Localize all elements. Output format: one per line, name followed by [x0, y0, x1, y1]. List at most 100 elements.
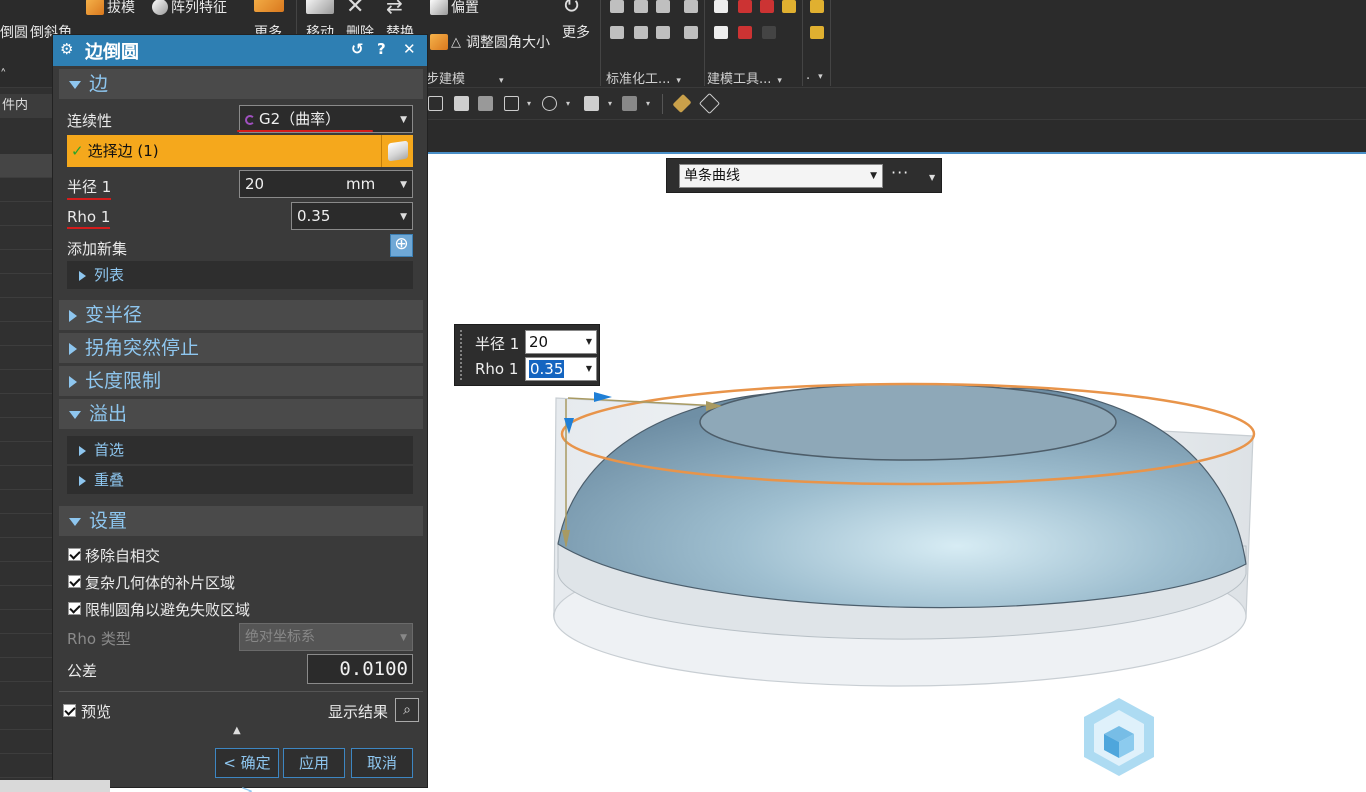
tree-row[interactable] — [0, 682, 54, 706]
tree-row[interactable] — [0, 346, 54, 370]
remove-self-intersect-checkbox[interactable] — [68, 548, 81, 561]
yellow-tool-icon[interactable] — [782, 0, 796, 13]
pattern-feature-button[interactable]: 阵列特征 — [152, 0, 227, 17]
view-cube[interactable] — [1082, 696, 1156, 778]
shaded-icon[interactable] — [454, 96, 469, 111]
fit-caret[interactable]: ▾ — [527, 99, 531, 108]
tolerance-input[interactable]: 0.0100 — [307, 654, 413, 684]
brush-tool-icon[interactable] — [738, 26, 752, 39]
tree-row[interactable] — [0, 250, 54, 274]
drag-grip-icon[interactable] — [459, 329, 463, 381]
preferred-subsection[interactable]: 首选 — [67, 436, 413, 464]
radius-input[interactable]: 20 mm ▼ — [239, 170, 413, 198]
apply-button[interactable]: 应用 — [283, 748, 345, 778]
group-label-standard[interactable]: 标准化工... ▾ — [606, 68, 681, 87]
tree-row[interactable] — [0, 754, 54, 778]
tree-row[interactable] — [0, 514, 54, 538]
chevron-down-icon[interactable]: ▼ — [586, 358, 592, 380]
fillet-ribbon-button[interactable]: 倒圆 — [0, 22, 28, 42]
orient-icon[interactable] — [542, 96, 557, 111]
orient-caret[interactable]: ▾ — [566, 99, 570, 108]
gold-tool-icon[interactable] — [810, 0, 824, 13]
view-icon-1[interactable] — [428, 96, 443, 111]
rho-input[interactable]: 0.35 ▼ — [291, 202, 413, 230]
measure-icon[interactable] — [698, 92, 721, 115]
tree-row[interactable] — [0, 154, 54, 178]
tree-row[interactable] — [0, 202, 54, 226]
tool-icon-3[interactable] — [656, 0, 670, 13]
dialog-title-bar[interactable]: ⚙ 边倒圆 ↺ ? ✕ — [53, 35, 427, 66]
red-tool-icon[interactable] — [738, 0, 752, 13]
more-button-2[interactable]: 更多 — [562, 22, 590, 42]
tool-icon-4[interactable] — [684, 0, 698, 13]
section-icon[interactable] — [622, 96, 637, 111]
tree-row[interactable] — [0, 730, 54, 754]
tree-row[interactable] — [0, 634, 54, 658]
tree-row[interactable] — [0, 706, 54, 730]
tree-row[interactable] — [0, 226, 54, 250]
tool-icon-2[interactable] — [634, 0, 648, 13]
group-label-extra[interactable]: . ▾ — [806, 68, 823, 83]
ok-button[interactable]: < 确定 > — [215, 748, 279, 792]
tree-row[interactable] — [0, 562, 54, 586]
tool-icon-6[interactable] — [634, 26, 648, 39]
tool-icon-8[interactable] — [684, 26, 698, 39]
show-result-button[interactable]: ⌕ — [395, 698, 419, 722]
graphics-viewport[interactable] — [428, 156, 1366, 792]
offset-button[interactable]: 偏置 — [430, 0, 479, 17]
section-caret[interactable]: ▾ — [646, 99, 650, 108]
section-edge[interactable]: 边 — [59, 69, 423, 99]
float-radius-input[interactable]: 20 ▼ — [525, 330, 597, 354]
tool-icon-7[interactable] — [656, 26, 670, 39]
curve-rule-select[interactable]: 单条曲线 ▼ — [679, 164, 883, 188]
tree-row[interactable] — [0, 538, 54, 562]
tree-row[interactable] — [0, 178, 54, 202]
section-length-limit[interactable]: 长度限制 — [59, 366, 423, 396]
tool-icon-5[interactable] — [610, 26, 624, 39]
tree-row[interactable] — [0, 370, 54, 394]
tree-row[interactable] — [0, 322, 54, 346]
limit-fillet-checkbox[interactable] — [68, 602, 81, 615]
complex-patch-checkbox[interactable] — [68, 575, 81, 588]
dark-tool-icon[interactable] — [762, 26, 776, 39]
list-subsection[interactable]: 列表 — [67, 261, 413, 289]
more-options-button[interactable]: ··· — [891, 163, 909, 182]
tree-row[interactable] — [0, 466, 54, 490]
chevron-down-icon[interactable]: ▼ — [586, 331, 592, 353]
tree-row[interactable] — [0, 610, 54, 634]
resize-fillet-button[interactable]: △ 调整圆角大小 — [430, 32, 550, 52]
section-overflow[interactable]: 溢出 — [59, 399, 423, 429]
tree-row[interactable] — [0, 394, 54, 418]
tree-row[interactable] — [0, 298, 54, 322]
add-set-button[interactable]: ⊕ — [390, 234, 413, 257]
more-ribbon-button-1[interactable] — [254, 0, 284, 12]
overlap-subsection[interactable]: 重叠 — [67, 466, 413, 494]
select-edge-field[interactable]: ✓ 选择边 (1) — [67, 135, 381, 167]
cube-view-icon[interactable] — [584, 96, 599, 111]
doc-tool-icon[interactable] — [714, 26, 728, 39]
cancel-button[interactable]: 取消 — [351, 748, 413, 778]
filter-dropdown-icon[interactable]: ▼ — [929, 173, 935, 182]
help-button[interactable]: ? — [377, 40, 386, 58]
fit-view-icon[interactable] — [504, 96, 519, 111]
draft-ribbon-button[interactable]: 拔模 — [86, 0, 135, 17]
collapse-arrow-icon[interactable]: ▲ — [233, 725, 241, 736]
model-view[interactable] — [428, 156, 1366, 792]
triangle-tool-icon[interactable] — [714, 0, 728, 13]
tree-row[interactable] — [0, 274, 54, 298]
tree-row[interactable] — [0, 658, 54, 682]
float-rho-input[interactable]: 0.35 ▼ — [525, 357, 597, 381]
tree-row[interactable] — [0, 490, 54, 514]
cube-caret[interactable]: ▾ — [608, 99, 612, 108]
tool-icon-1[interactable] — [610, 0, 624, 13]
shaded-edges-icon[interactable] — [478, 96, 493, 111]
section-variable-radius[interactable]: 变半径 — [59, 300, 423, 330]
tree-row[interactable] — [0, 586, 54, 610]
brush-icon[interactable] — [672, 93, 692, 114]
close-button[interactable]: ✕ — [403, 40, 416, 58]
red-tool-icon-2[interactable] — [760, 0, 774, 13]
group-label-sync[interactable]: 步建模 ▾ — [426, 68, 504, 87]
navigator-filter[interactable]: 件内 — [0, 94, 54, 118]
continuity-select[interactable]: G2（曲率） ▼ — [239, 105, 413, 133]
tree-row[interactable] — [0, 442, 54, 466]
